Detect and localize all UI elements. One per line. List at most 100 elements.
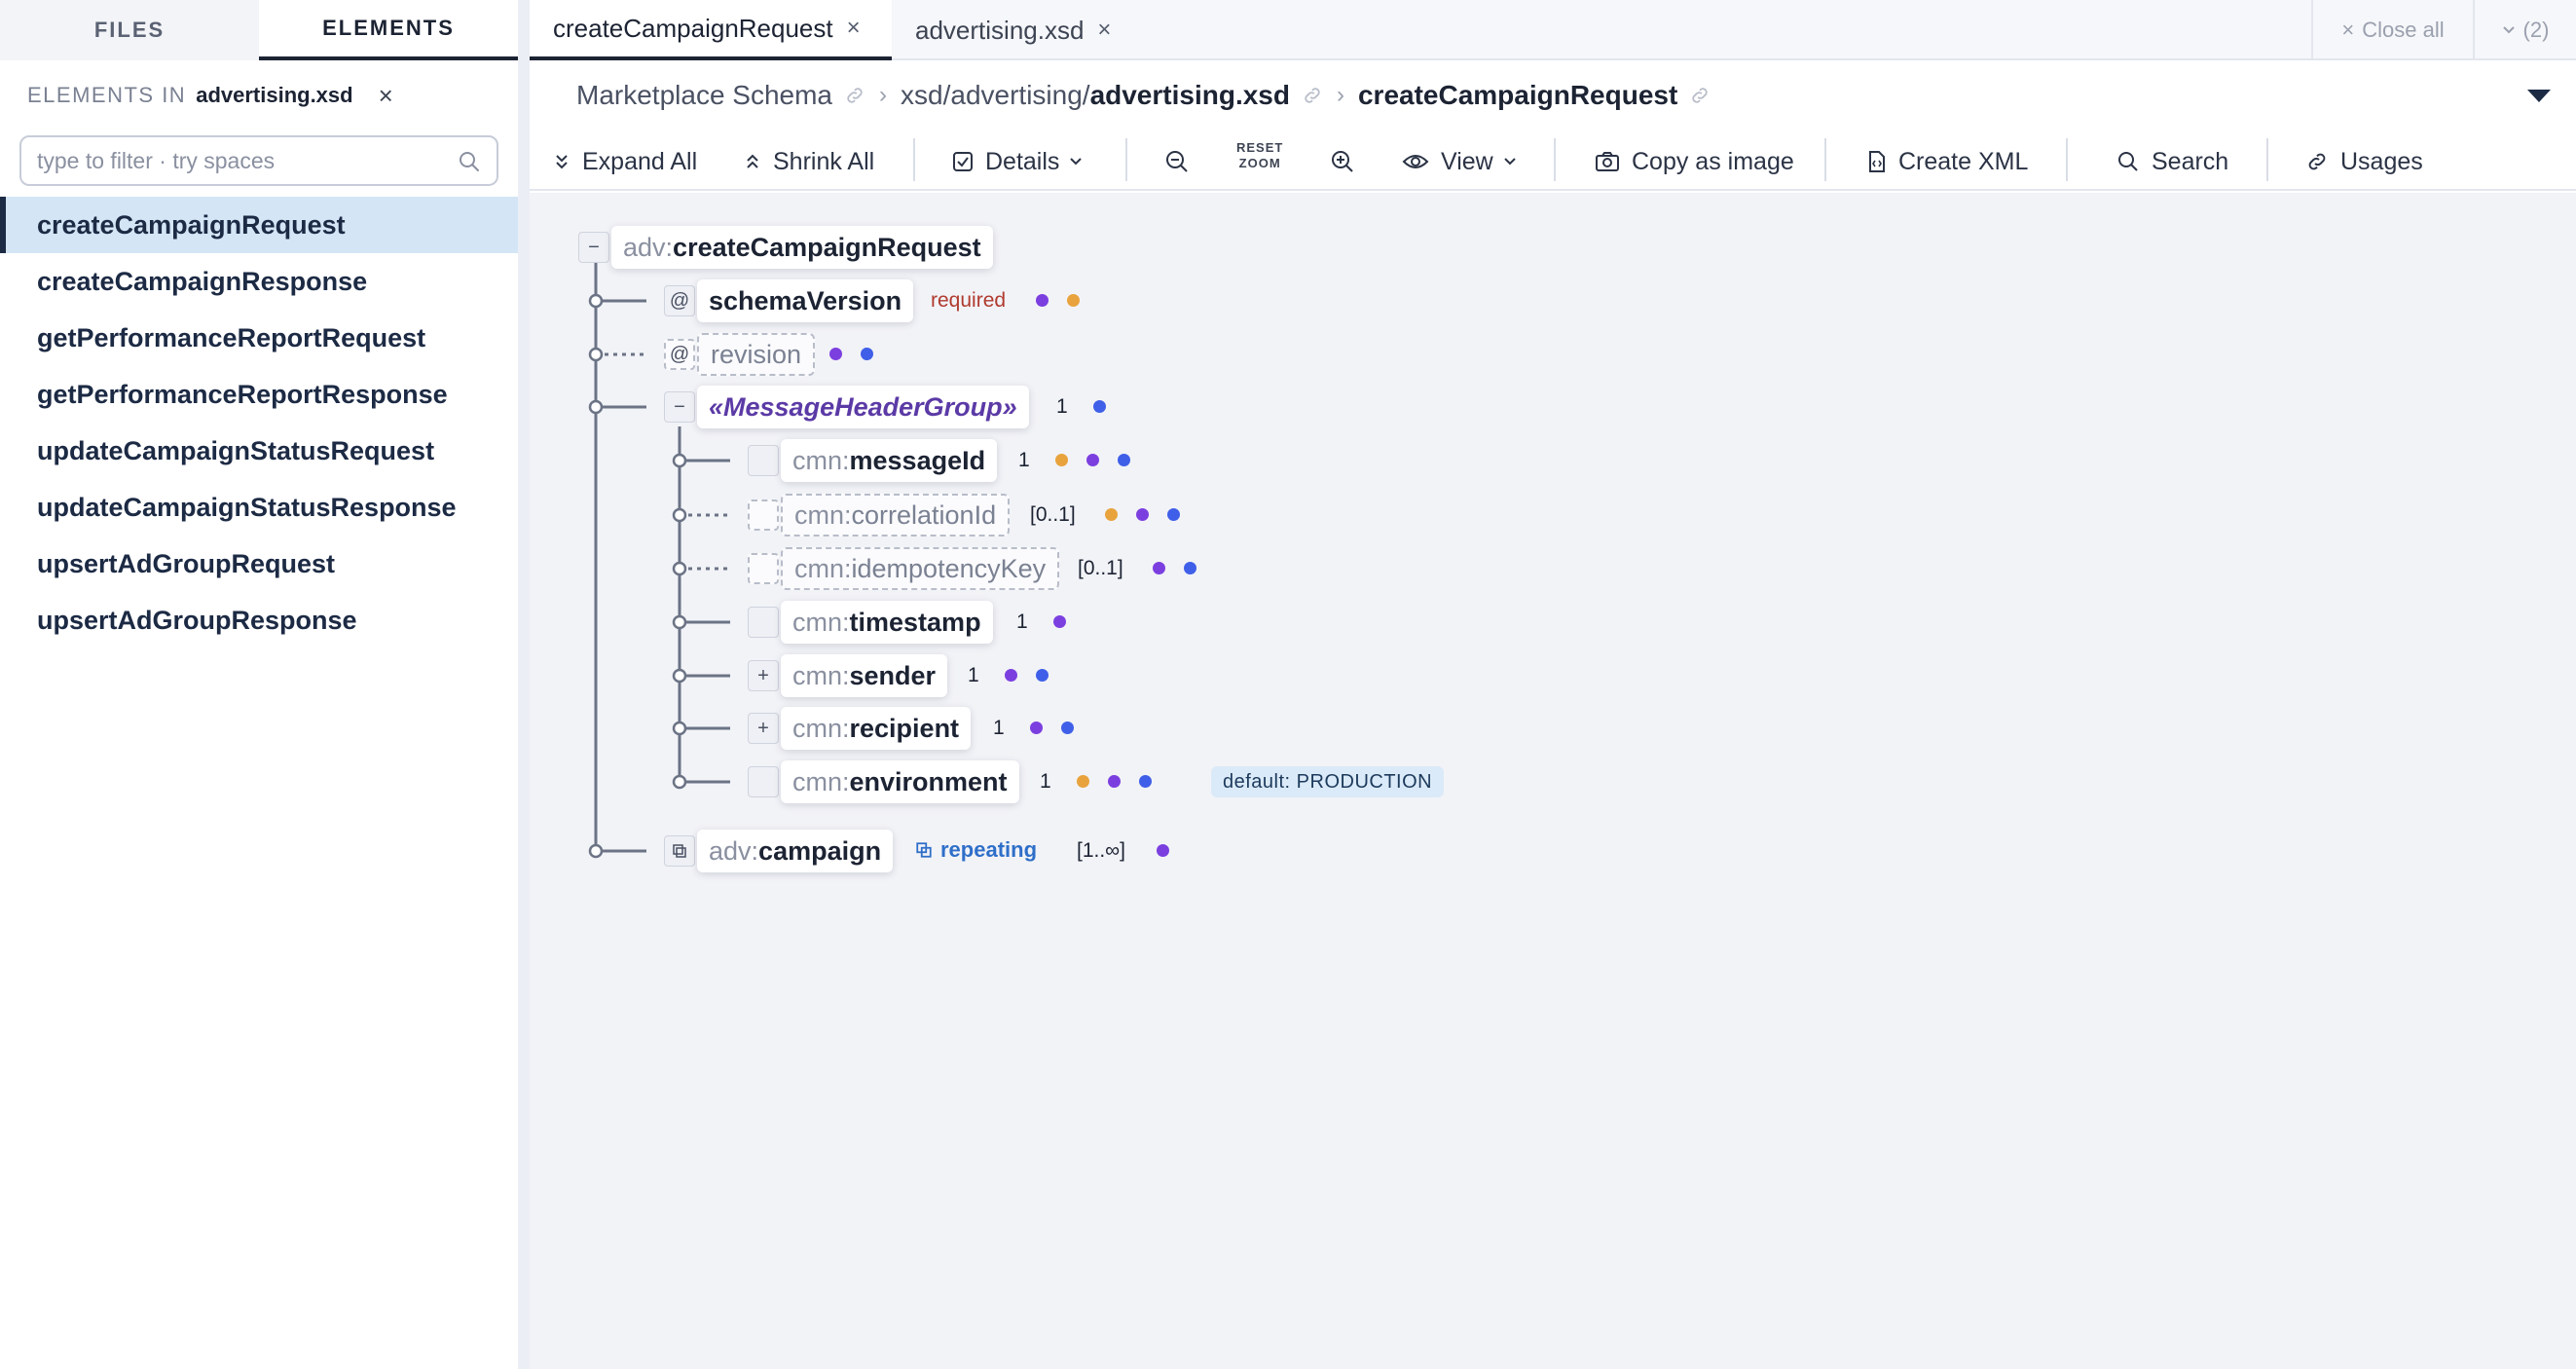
- status-dot: [1167, 508, 1180, 521]
- chevron-down-icon: [1504, 158, 1516, 166]
- required-badge: required: [931, 289, 1007, 312]
- link-icon[interactable]: [1689, 85, 1711, 106]
- copy-icon[interactable]: [664, 835, 695, 867]
- repeating-label: repeating: [940, 837, 1038, 862]
- zoom-out-button[interactable]: [1164, 140, 1201, 183]
- node-prefix: cmn:: [792, 713, 850, 743]
- tree-node-message-id[interactable]: cmn: messageId: [781, 439, 998, 482]
- details-dropdown[interactable]: Details: [952, 140, 1094, 183]
- tab-list-button[interactable]: (2): [2473, 0, 2576, 60]
- close-icon[interactable]: ×: [1097, 17, 1111, 44]
- status-dot: [1055, 454, 1068, 466]
- chevron-down-icon: [1070, 158, 1083, 166]
- cardinality: 1: [1016, 610, 1028, 633]
- status-dot: [1036, 669, 1049, 682]
- tab-advertising-xsd[interactable]: advertising.xsd ×: [892, 0, 1213, 60]
- diagram-canvas[interactable]: − adv: createCampaignRequest @ schemaVers…: [530, 193, 2576, 1369]
- tree-node-idempotency-key[interactable]: cmn: idempotencyKey: [781, 547, 1060, 590]
- node-name: revision: [711, 339, 802, 369]
- breadcrumb-path-prefix[interactable]: xsd/advertising/: [901, 80, 1090, 111]
- view-label: View: [1441, 147, 1493, 175]
- search-button[interactable]: Search: [2116, 140, 2228, 183]
- clear-file-filter-button[interactable]: ×: [379, 81, 393, 111]
- copy-as-image-button[interactable]: Copy as image: [1595, 140, 1794, 183]
- toolbar-divider: [1554, 138, 1556, 181]
- cardinality: 1: [1040, 770, 1051, 793]
- list-item[interactable]: createCampaignRequest: [0, 197, 518, 253]
- node-name: campaign: [758, 835, 882, 866]
- shrink-all-label: Shrink All: [773, 147, 875, 175]
- cardinality: [0..1]: [1078, 557, 1123, 579]
- list-item[interactable]: createCampaignResponse: [0, 253, 518, 310]
- status-dot: [1093, 400, 1106, 413]
- filter-input[interactable]: [37, 145, 446, 176]
- tab-files[interactable]: FILES: [0, 0, 259, 60]
- breadcrumb-current: createCampaignRequest: [1357, 80, 1678, 110]
- collapse-toggle[interactable]: −: [664, 391, 695, 423]
- view-dropdown[interactable]: View: [1402, 140, 1528, 183]
- toolbar-divider: [1125, 138, 1127, 181]
- close-icon[interactable]: ×: [847, 15, 861, 42]
- breadcrumb-file[interactable]: advertising.xsd: [1090, 80, 1290, 111]
- status-dot: [1118, 454, 1130, 466]
- panel-menu-caret-icon[interactable]: [2527, 90, 2551, 102]
- list-item[interactable]: updateCampaignStatusRequest: [0, 423, 518, 479]
- status-dot: [1139, 775, 1152, 788]
- elements-header: ELEMENTS IN advertising.xsd ×: [27, 80, 393, 111]
- tree-node-revision[interactable]: revision: [697, 333, 816, 376]
- list-item[interactable]: getPerformanceReportRequest: [0, 310, 518, 366]
- node-prefix: cmn:: [792, 766, 850, 796]
- chevron-down-icon: [2502, 25, 2516, 35]
- expand-all-button[interactable]: Expand All: [553, 140, 697, 183]
- status-dot: [1005, 669, 1017, 682]
- tree-node-recipient[interactable]: cmn: recipient: [781, 707, 972, 750]
- cardinality: 1: [1018, 449, 1030, 471]
- usages-button[interactable]: Usages: [2305, 140, 2423, 183]
- link-icon[interactable]: [844, 85, 865, 106]
- tree-node-message-header-group[interactable]: «MessageHeaderGroup»: [697, 386, 1029, 428]
- collapse-toggle[interactable]: −: [578, 232, 609, 263]
- sidebar-tabs: FILES ELEMENTS: [0, 0, 518, 60]
- list-item[interactable]: getPerformanceReportResponse: [0, 366, 518, 423]
- attribute-marker: @: [664, 339, 695, 370]
- tree-node-campaign[interactable]: adv: campaign: [697, 830, 894, 872]
- expand-toggle[interactable]: +: [748, 660, 779, 691]
- shrink-all-button[interactable]: Shrink All: [744, 140, 874, 183]
- node-prefix: adv:: [709, 835, 759, 866]
- tree-node-root[interactable]: adv: createCampaignRequest: [611, 226, 993, 269]
- node-prefix: cmn:: [792, 660, 850, 690]
- attribute-marker: @: [664, 285, 695, 316]
- zoom-in-icon: [1332, 151, 1353, 172]
- create-xml-button[interactable]: Create XML: [1867, 140, 2028, 183]
- toolbar-divider: [2266, 138, 2268, 181]
- tab-label: createCampaignRequest: [553, 13, 833, 43]
- reset-zoom-label-2: ZOOM: [1238, 156, 1281, 170]
- status-dot: [1036, 294, 1049, 307]
- tab-create-campaign-request[interactable]: createCampaignRequest ×: [530, 0, 892, 60]
- list-item[interactable]: upsertAdGroupRequest: [0, 536, 518, 592]
- tree-node-correlation-id[interactable]: cmn: correlationId: [781, 494, 1011, 536]
- breadcrumb-root[interactable]: Marketplace Schema: [576, 80, 832, 111]
- zoom-in-button[interactable]: [1330, 140, 1367, 183]
- breadcrumb-separator: ›: [879, 82, 888, 108]
- tree-node-sender[interactable]: cmn: sender: [781, 654, 948, 697]
- status-dot: [1067, 294, 1080, 307]
- close-all-button[interactable]: × Close all: [2311, 0, 2473, 60]
- status-dot: [829, 348, 842, 360]
- toolbar-divider: [2066, 138, 2068, 181]
- tree-node-environment[interactable]: cmn: environment: [781, 760, 1019, 803]
- tree-node-timestamp[interactable]: cmn: timestamp: [781, 601, 993, 644]
- node-name: correlationId: [851, 500, 997, 530]
- repeat-icon: [916, 842, 932, 858]
- link-icon[interactable]: [1302, 85, 1323, 106]
- file-code-icon: [1869, 151, 1885, 172]
- list-item[interactable]: upsertAdGroupResponse: [0, 592, 518, 648]
- camera-icon: [1596, 152, 1619, 171]
- tab-elements[interactable]: ELEMENTS: [259, 0, 518, 60]
- node-marker: [748, 445, 779, 476]
- expand-toggle[interactable]: +: [748, 713, 779, 744]
- sidebar-resize-handle[interactable]: [518, 0, 530, 1369]
- reset-zoom-button[interactable]: RESET ZOOM: [1236, 140, 1283, 183]
- tree-node-schema-version[interactable]: schemaVersion: [697, 279, 914, 322]
- list-item[interactable]: updateCampaignStatusResponse: [0, 479, 518, 536]
